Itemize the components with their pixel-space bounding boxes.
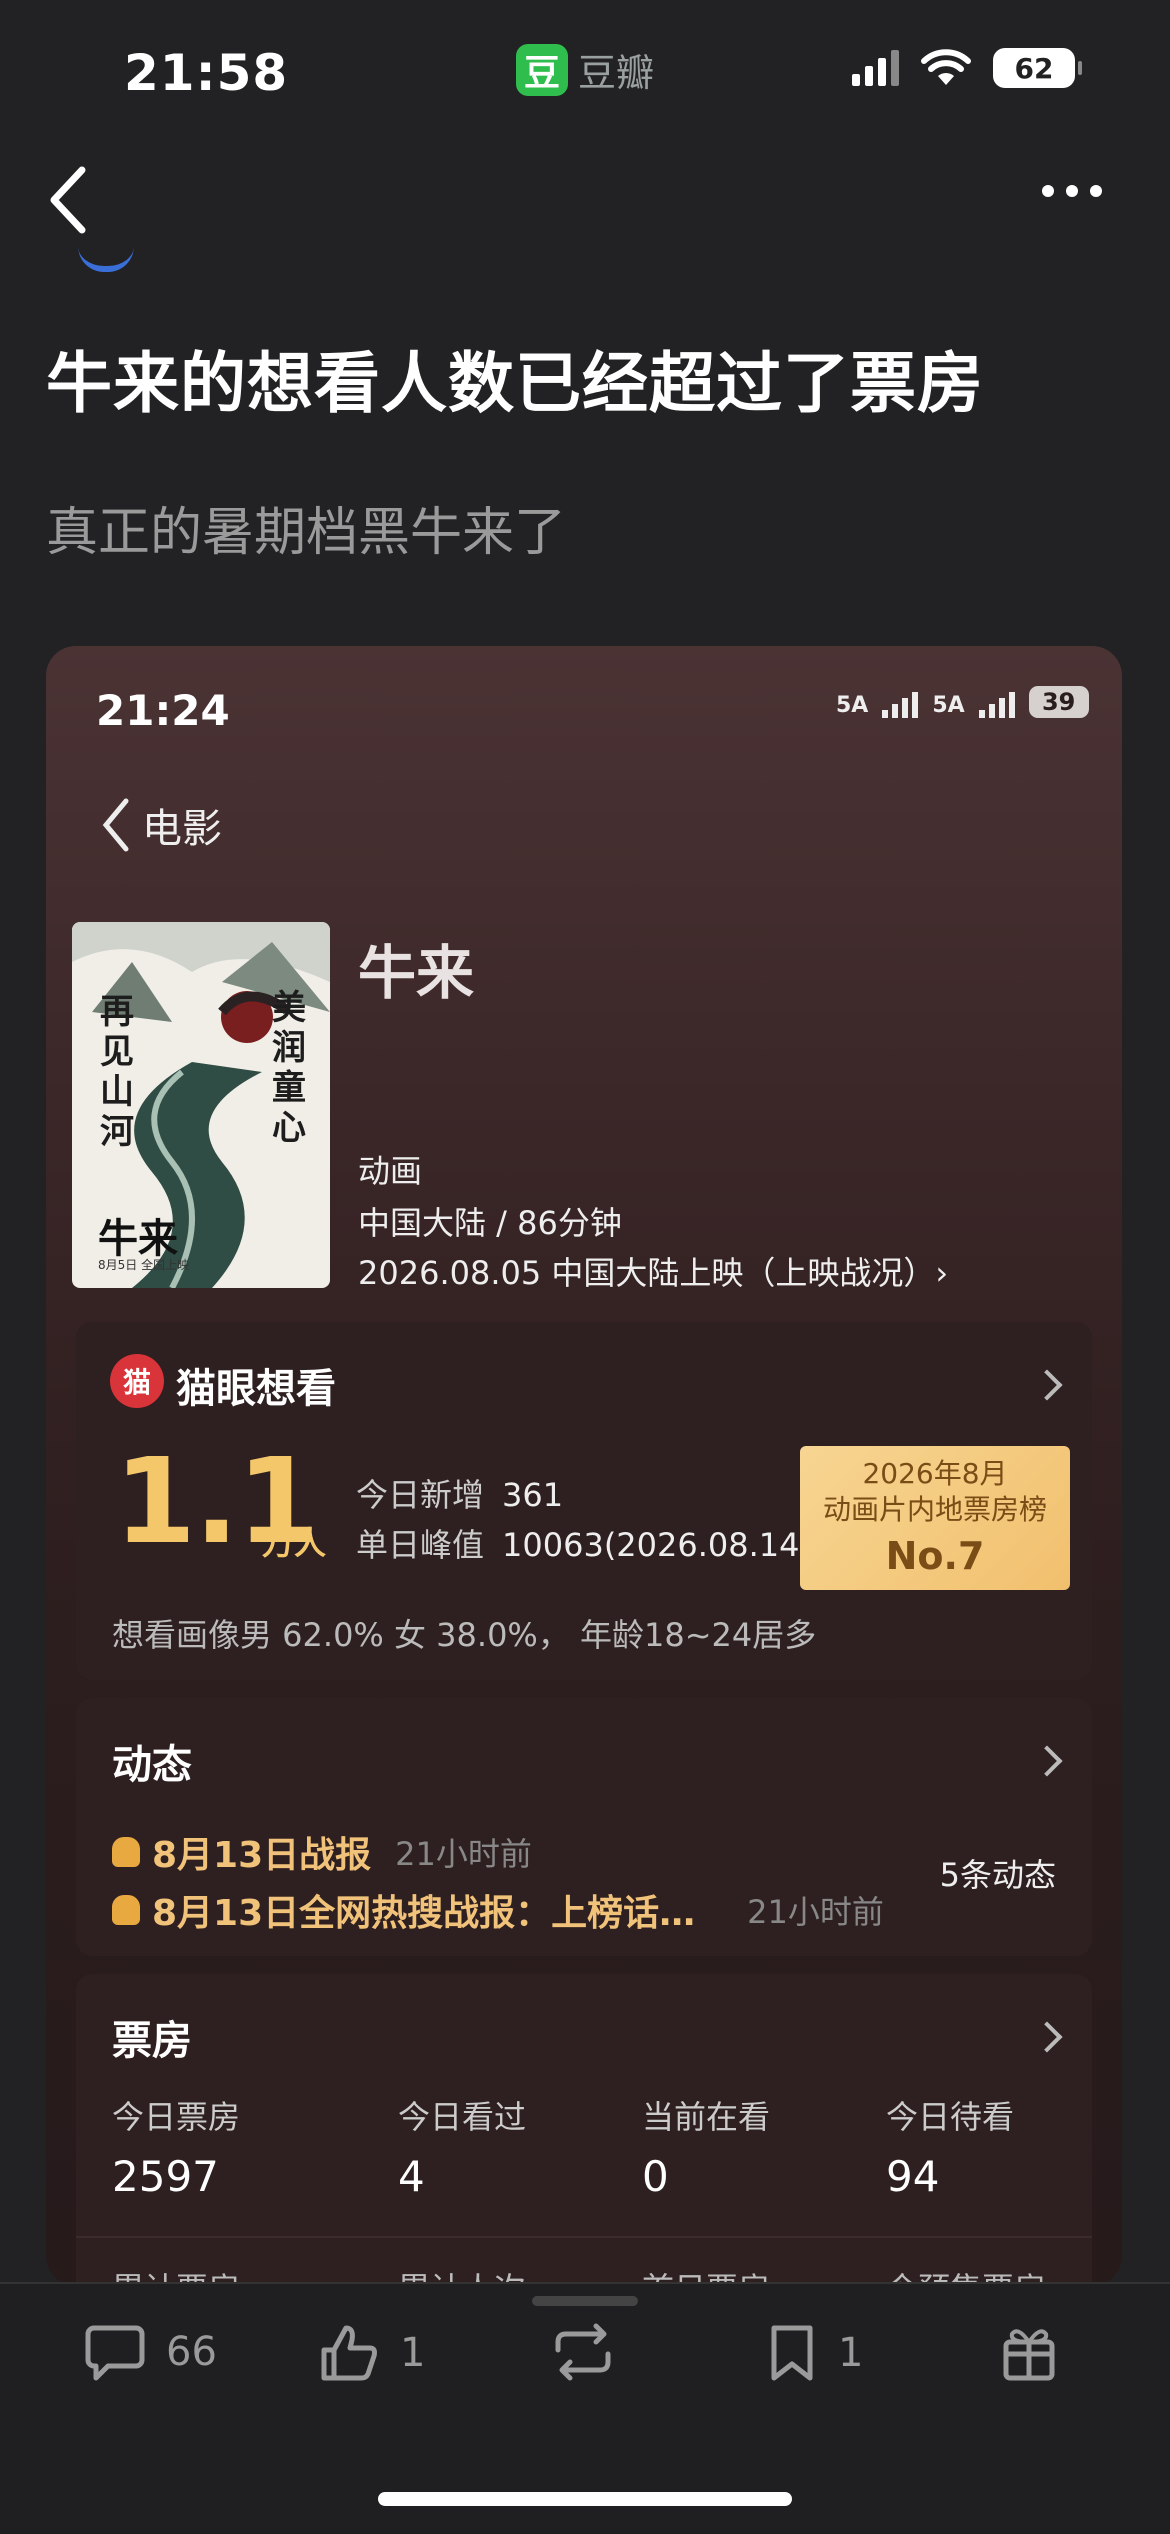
maoyan-want-panel: 猫 猫眼想看 1.1 万人 今日新增 361 单日峰值 10063(2026.08.… (76, 1322, 1092, 1680)
stat-label: 当前在看 (642, 2098, 771, 2136)
status-app: 豆 豆瓣 (516, 42, 654, 97)
box-office-title: 票房 (112, 2018, 192, 2064)
feed-count: 5条动态 (939, 1856, 1056, 1894)
more-icon[interactable] (1042, 185, 1102, 197)
today-new-value: 361 (502, 1476, 564, 1514)
stat-label: 今日待看 (886, 2098, 1015, 2136)
feed-item-time: 21小时前 (395, 1835, 532, 1873)
douban-logo: 豆 (516, 43, 568, 96)
like-count: 1 (400, 2330, 426, 2376)
movie-genre: 动画 (358, 1152, 423, 1190)
today-new-label: 今日新增 (356, 1476, 485, 1514)
poster-release: 8月5日 全国上映 (98, 1258, 190, 1272)
gift-button[interactable] (1000, 2322, 1058, 2384)
stat-label: 今日看过 (398, 2098, 527, 2136)
collect-button[interactable]: 1 (766, 2322, 863, 2384)
inner-back-button: 电影 (100, 796, 222, 854)
thumbs-up-icon (321, 2325, 377, 2381)
daily-peak-label: 单日峰值 (356, 1526, 485, 1564)
stat-value: 0 (642, 2152, 669, 2201)
battery-icon: 62 (993, 48, 1082, 88)
daily-peak: 单日峰值 10063(2026.08.14) (356, 1520, 812, 1566)
poster-calligraphy-left: 再见山河 (100, 992, 134, 1152)
feed-item-time: 21小时前 (747, 1893, 884, 1931)
reshare-button[interactable] (548, 2322, 618, 2382)
maoyan-title: 猫眼想看 (176, 1366, 336, 1412)
inner-signal-icon (882, 690, 919, 718)
feed-item: 8月13日战报 21小时前 (112, 1826, 532, 1878)
box-office-cell: 当前在看 0 (642, 2092, 770, 2201)
chevron-right-icon (1031, 2021, 1063, 2053)
avatar (78, 246, 134, 272)
inner-back-label: 电影 (142, 806, 222, 852)
poster-calligraphy-right: 美润童心 (272, 988, 306, 1148)
signal-icon (852, 50, 899, 86)
box-office-cell: 今日票房 2597 (112, 2092, 240, 2201)
post-subtitle: 真正的暑期档黑牛来了 (46, 503, 567, 563)
feed-panel: 动态 8月13日战报 21小时前 8月13日全网热搜战报：上榜话… 21小时前 … (76, 1698, 1092, 1956)
comment-count: 66 (166, 2329, 217, 2375)
feed-item-text: 8月13日全网热搜战报：上榜话… (152, 1893, 696, 1934)
comment-icon (85, 2325, 145, 2381)
status-time: 21:58 (124, 44, 289, 102)
rank-category: 动画片内地票房榜 (822, 1493, 1047, 1526)
inner-network-label: 5A (836, 693, 869, 718)
bell-icon (112, 1895, 140, 1925)
embedded-screenshot[interactable]: 21:24 5A 5A 39 电影 再见山河 美润童心 牛来 8月5日 全国上映… (46, 646, 1122, 2286)
drag-handle[interactable] (532, 2296, 638, 2306)
status-icons: 62 (852, 48, 1082, 88)
audience-portrait: 想看画像男 62.0% 女 38.0%， 年龄18~24居多 (112, 1616, 817, 1654)
want-unit: 万人 (262, 1524, 327, 1562)
stat-value: 94 (886, 2152, 940, 2201)
box-office-cell: 今日待看 94 (886, 2092, 1014, 2201)
movie-poster: 再见山河 美润童心 牛来 8月5日 全国上映 (72, 922, 330, 1288)
divider (76, 2236, 1092, 2238)
maoyan-logo: 猫 (110, 1354, 164, 1408)
wifi-icon (921, 49, 971, 85)
chevron-right-icon (1031, 1369, 1063, 1401)
movie-release-link: 2026.08.05 中国大陆上映（上映战况）› (358, 1254, 949, 1292)
feed-item: 8月13日全网热搜战报：上榜话… 21小时前 (112, 1884, 884, 1936)
feed-item-text: 8月13日战报 (152, 1835, 372, 1876)
inner-status-icons: 5A 5A 39 (836, 686, 1089, 718)
movie-region-duration: 中国大陆 / 86分钟 (358, 1204, 622, 1242)
chevron-left-icon (102, 798, 129, 852)
daily-peak-value: 10063(2026.08.14) (502, 1526, 812, 1564)
rank-month: 2026年8月 (862, 1457, 1008, 1490)
stat-value: 2597 (112, 2152, 219, 2201)
back-icon[interactable] (40, 160, 100, 240)
collect-count: 1 (838, 2330, 864, 2376)
rank-badge: 2026年8月 动画片内地票房榜 No.7 (800, 1446, 1070, 1590)
inner-status-time: 21:24 (96, 686, 230, 735)
inner-network-label: 5A (932, 693, 965, 718)
feed-title: 动态 (112, 1742, 192, 1788)
chevron-right-icon (1031, 1745, 1063, 1777)
bookmark-icon (771, 2325, 813, 2381)
box-office-panel: 票房 今日票房 2597 今日看过 4 当前在看 0 今日待看 94 累计票房 … (76, 1974, 1092, 2286)
reshare-icon (555, 2323, 611, 2381)
rank-number: No.7 (885, 1534, 985, 1578)
movie-title: 牛来 (358, 939, 475, 1007)
stat-label: 今日票房 (112, 2098, 241, 2136)
stat-value: 4 (398, 2152, 425, 2201)
bell-icon (112, 1837, 140, 1867)
inner-battery-icon: 39 (1028, 686, 1089, 718)
post-title: 牛来的想看人数已经超过了票房 (46, 345, 984, 422)
home-indicator[interactable] (378, 2492, 792, 2506)
status-app-name: 豆瓣 (578, 51, 655, 95)
gift-icon (1003, 2329, 1055, 2381)
box-office-cell: 今日看过 4 (398, 2092, 526, 2201)
like-button[interactable]: 1 (318, 2322, 425, 2384)
comment-button[interactable]: 66 (84, 2322, 217, 2382)
inner-signal-icon (978, 690, 1015, 718)
today-new: 今日新增 361 (356, 1470, 563, 1516)
